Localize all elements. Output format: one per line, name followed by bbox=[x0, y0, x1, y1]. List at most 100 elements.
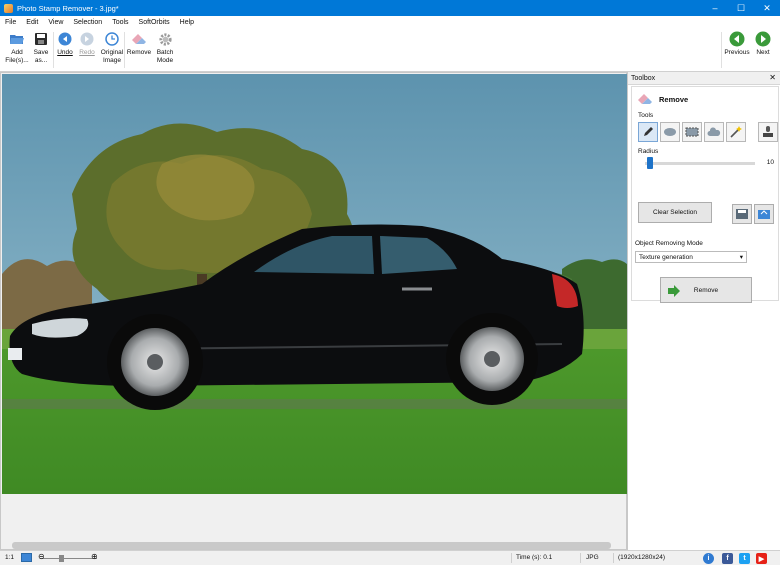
image-canvas[interactable] bbox=[0, 72, 627, 550]
toolbox-title: Toolbox bbox=[631, 74, 656, 82]
remove-button[interactable]: Remove bbox=[660, 277, 752, 303]
stamp-icon bbox=[763, 126, 773, 137]
next-label: Next bbox=[756, 49, 770, 56]
original-image-button[interactable]: Original Image bbox=[98, 31, 126, 71]
remove-button-label: Remove bbox=[693, 286, 719, 294]
status-separator bbox=[511, 553, 512, 563]
youtube-icon[interactable]: ▶ bbox=[756, 553, 767, 564]
save-mask-icon bbox=[736, 209, 748, 219]
remove-toolbar-label: Remove bbox=[126, 49, 152, 56]
toolbox-panel: Toolbox ✕ Remove Tools Radius 10 Clear S… bbox=[627, 72, 780, 550]
save-mask-button[interactable] bbox=[732, 204, 752, 224]
remove-section-header: Remove bbox=[637, 92, 688, 106]
batch-mode-label-2: Mode bbox=[156, 56, 174, 64]
zoom-in-icon[interactable]: ⊕ bbox=[91, 552, 98, 561]
fit-screen-icon[interactable] bbox=[21, 553, 32, 562]
pencil-tool[interactable] bbox=[638, 122, 658, 142]
save-icon bbox=[33, 31, 49, 47]
dimensions-readout: (1920x1280x24) bbox=[618, 554, 665, 561]
mode-select[interactable]: Texture generation ▾ bbox=[635, 251, 747, 263]
toolbar-separator bbox=[124, 32, 125, 68]
tool-buttons bbox=[638, 122, 780, 142]
lasso-tool[interactable] bbox=[660, 122, 680, 142]
window-title: Photo Stamp Remover - 3.jpg* bbox=[17, 3, 119, 13]
undo-label: Undo bbox=[57, 49, 73, 56]
remove-section-title: Remove bbox=[659, 94, 689, 104]
add-files-label-2: File(s)... bbox=[5, 56, 29, 64]
save-as-button[interactable]: Save as... bbox=[29, 31, 53, 71]
redo-button[interactable]: Redo bbox=[76, 31, 98, 71]
zoom-slider-thumb[interactable] bbox=[59, 555, 64, 562]
add-files-button[interactable]: Add File(s)... bbox=[5, 31, 29, 71]
history-clock-icon bbox=[104, 31, 120, 47]
menu-file[interactable]: File bbox=[0, 19, 21, 26]
radius-value[interactable]: 10 bbox=[756, 157, 774, 168]
pencil-icon bbox=[644, 127, 653, 136]
close-button[interactable]: ✕ bbox=[754, 0, 780, 16]
previous-label: Previous bbox=[724, 49, 750, 56]
menu-selection[interactable]: Selection bbox=[68, 19, 107, 26]
mode-label: Object Removing Mode bbox=[635, 240, 703, 247]
original-image-label-1: Original bbox=[100, 49, 124, 56]
minimize-button[interactable]: – bbox=[702, 0, 728, 16]
toolbar-separator bbox=[721, 32, 722, 68]
menu-softorbits[interactable]: SoftOrbits bbox=[134, 19, 175, 26]
arrow-left-icon bbox=[729, 31, 745, 47]
cloud-select-tool[interactable] bbox=[704, 122, 724, 142]
zoom-ratio[interactable]: 1:1 bbox=[5, 554, 14, 561]
remove-panel: Remove Tools Radius 10 Clear Selection bbox=[631, 86, 779, 301]
undo-icon bbox=[57, 31, 73, 47]
undo-button[interactable]: Undo bbox=[54, 31, 76, 71]
add-files-label-1: Add bbox=[11, 49, 23, 56]
maximize-button[interactable]: ☐ bbox=[728, 0, 754, 16]
horizontal-scrollbar[interactable] bbox=[12, 542, 611, 549]
chevron-down-icon: ▾ bbox=[739, 254, 743, 261]
photo-car[interactable] bbox=[2, 74, 627, 494]
menu-tools[interactable]: Tools bbox=[107, 19, 133, 26]
radius-label: Radius bbox=[638, 148, 659, 155]
title-bar: Photo Stamp Remover - 3.jpg* – ☐ ✕ bbox=[0, 0, 780, 16]
gear-icon bbox=[157, 31, 173, 47]
stamp-tool[interactable] bbox=[758, 122, 778, 142]
batch-mode-button[interactable]: Batch Mode bbox=[152, 31, 178, 71]
eraser-icon bbox=[131, 31, 147, 47]
redo-label: Redo bbox=[79, 49, 95, 56]
facebook-icon[interactable]: f bbox=[722, 553, 733, 564]
arrow-right-icon bbox=[755, 31, 771, 47]
load-mask-icon bbox=[758, 210, 770, 219]
status-separator bbox=[613, 553, 614, 563]
tools-label: Tools bbox=[638, 112, 654, 119]
redo-icon bbox=[79, 31, 95, 47]
menu-edit[interactable]: Edit bbox=[21, 19, 43, 26]
info-icon[interactable]: i bbox=[703, 553, 714, 564]
radius-slider-track[interactable] bbox=[645, 162, 755, 165]
toolbar: Add File(s)... Save as... Undo Redo Orig… bbox=[0, 28, 780, 72]
magic-wand-icon bbox=[730, 126, 742, 138]
time-readout: Time (s): 0.1 bbox=[516, 554, 553, 561]
save-as-label-1: Save bbox=[33, 49, 49, 56]
previous-button[interactable]: Previous bbox=[724, 31, 750, 71]
original-image-label-2: Image bbox=[102, 56, 122, 64]
cloud-select-icon bbox=[707, 127, 721, 136]
batch-mode-label-1: Batch bbox=[156, 49, 174, 56]
toolbox-close-button[interactable]: ✕ bbox=[769, 73, 776, 82]
app-icon bbox=[4, 3, 13, 13]
magic-wand-tool[interactable] bbox=[726, 122, 746, 142]
clear-selection-button[interactable]: Clear Selection bbox=[638, 202, 712, 223]
load-mask-button[interactable] bbox=[754, 204, 774, 224]
remove-toolbar-button[interactable]: Remove bbox=[126, 31, 152, 71]
mode-select-value: Texture generation bbox=[639, 254, 693, 261]
eraser-icon bbox=[638, 94, 652, 104]
lasso-icon bbox=[664, 128, 676, 136]
zoom-out-icon[interactable]: ⊖ bbox=[38, 552, 45, 561]
next-button[interactable]: Next bbox=[750, 31, 776, 71]
status-bar: 1:1 ⊖ ⊕ Time (s): 0.1 JPG (1920x1280x24)… bbox=[0, 550, 780, 565]
radius-slider-thumb[interactable] bbox=[647, 157, 654, 169]
menu-help[interactable]: Help bbox=[175, 19, 199, 26]
rectangle-tool[interactable] bbox=[682, 122, 702, 142]
menu-view[interactable]: View bbox=[43, 19, 68, 26]
menu-bar: File Edit View Selection Tools SoftOrbit… bbox=[0, 16, 780, 28]
status-separator bbox=[580, 553, 581, 563]
zoom-slider-track[interactable] bbox=[40, 558, 97, 559]
twitter-icon[interactable]: t bbox=[739, 553, 750, 564]
